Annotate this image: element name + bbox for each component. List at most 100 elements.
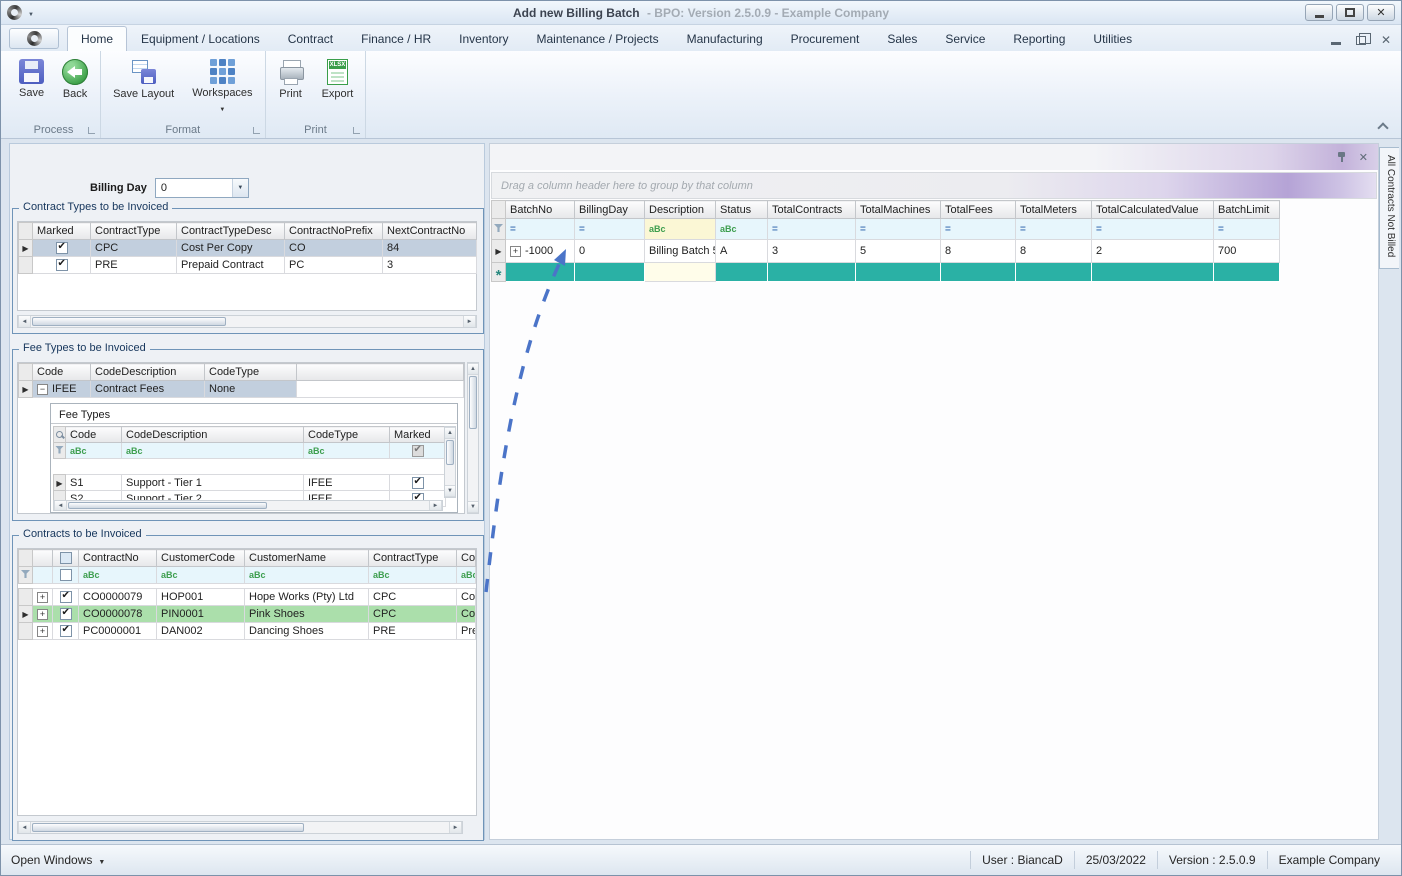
filter-marked[interactable]: [390, 443, 446, 459]
status-cell[interactable]: A: [716, 240, 768, 263]
col-header-selectall[interactable]: [53, 550, 79, 567]
col-header-codetype[interactable]: CodeType: [205, 364, 297, 381]
code-cell[interactable]: S1: [66, 475, 122, 491]
codetype-cell[interactable]: IFEE: [304, 475, 390, 491]
selected-filter-checkbox[interactable]: [60, 569, 72, 581]
collapse-ribbon-icon[interactable]: [1378, 121, 1387, 130]
expand-row-icon[interactable]: [37, 626, 48, 637]
marked-cell[interactable]: [390, 475, 446, 491]
customercode-cell[interactable]: DAN002: [157, 623, 245, 640]
tab-contract[interactable]: Contract: [274, 26, 347, 51]
expand-cell[interactable]: [33, 623, 53, 640]
contract-row[interactable]: CO0000078 PIN0001 Pink Shoes CPC Cos: [19, 606, 476, 623]
contractno-cell[interactable]: CO0000079: [79, 589, 157, 606]
collapse-row-icon[interactable]: [37, 384, 48, 395]
tab-sales[interactable]: Sales: [873, 26, 931, 51]
col-header-totalmachines[interactable]: TotalMachines: [856, 201, 941, 219]
tab-finance-hr[interactable]: Finance / HR: [347, 26, 445, 51]
fee-type-detail-row[interactable]: S1 Support - Tier 1 IFEE: [54, 475, 446, 491]
customername-cell[interactable]: Hope Works (Pty) Ltd: [245, 589, 369, 606]
nextcontractno-cell[interactable]: 84: [383, 240, 477, 257]
group-dialog-launcher-icon[interactable]: [353, 127, 360, 134]
filter-totalmachines[interactable]: =: [856, 219, 941, 240]
col-header-totalfees[interactable]: TotalFees: [941, 201, 1016, 219]
billing-batch-row[interactable]: -1000 0 Billing Batch 5 A 3 5 8 8 2 700: [492, 240, 1280, 263]
expand-cell[interactable]: [33, 606, 53, 623]
expand-row-icon[interactable]: [37, 592, 48, 603]
contract-row[interactable]: PC0000001 DAN002 Dancing Shoes PRE Prep: [19, 623, 476, 640]
group-by-bar[interactable]: Drag a column header here to group by th…: [491, 172, 1377, 199]
col-header-customername[interactable]: CustomerName: [245, 550, 369, 567]
contracttypedesc-cell[interactable]: Cos: [457, 606, 476, 623]
expand-row-icon[interactable]: [510, 246, 521, 257]
filter-totalfees[interactable]: =: [941, 219, 1016, 240]
new-billingday-cell[interactable]: [575, 263, 645, 282]
col-header-contractno[interactable]: ContractNo: [79, 550, 157, 567]
scroll-up-arrow[interactable]: [445, 427, 455, 439]
fee-type-row[interactable]: IFEE Contract Fees None: [19, 381, 464, 398]
scroll-right-arrow[interactable]: [429, 501, 442, 510]
selected-cell[interactable]: [53, 623, 79, 640]
col-header-contracttypedesc[interactable]: Con: [457, 550, 476, 567]
nextcontractno-cell[interactable]: 3: [383, 257, 477, 274]
print-button[interactable]: Print: [269, 55, 313, 104]
select-all-checkbox[interactable]: [60, 552, 72, 564]
scroll-left-arrow[interactable]: [18, 316, 31, 327]
codedescription-cell[interactable]: Support - Tier 1: [122, 475, 304, 491]
tab-equipment-locations[interactable]: Equipment / Locations: [127, 26, 274, 51]
filter-customercode[interactable]: aBc: [157, 567, 245, 584]
contractnoprefix-cell[interactable]: CO: [285, 240, 383, 257]
customercode-cell[interactable]: PIN0001: [157, 606, 245, 623]
contractno-cell[interactable]: PC0000001: [79, 623, 157, 640]
filter-codetype[interactable]: aBc: [304, 443, 390, 459]
contract-row[interactable]: CO0000079 HOP001 Hope Works (Pty) Ltd CP…: [19, 589, 476, 606]
tab-inventory[interactable]: Inventory: [445, 26, 522, 51]
col-header-status[interactable]: Status: [716, 201, 768, 219]
scrollbar-thumb[interactable]: [32, 317, 226, 326]
new-totalcontracts-cell[interactable]: [768, 263, 856, 282]
scrollbar-thumb[interactable]: [32, 823, 304, 832]
contractnoprefix-cell[interactable]: PC: [285, 257, 383, 274]
batchlimit-cell[interactable]: 700: [1214, 240, 1280, 263]
totalmeters-cell[interactable]: 8: [1016, 240, 1092, 263]
contracttypedesc-cell[interactable]: Cost Per Copy: [177, 240, 285, 257]
expand-row-icon[interactable]: [37, 609, 48, 620]
tab-home[interactable]: Home: [67, 26, 127, 51]
col-header-marked[interactable]: Marked: [390, 427, 446, 443]
filter-status[interactable]: aBc: [716, 219, 768, 240]
filter-billingday[interactable]: =: [575, 219, 645, 240]
selected-cell[interactable]: [53, 589, 79, 606]
contractno-cell[interactable]: CO0000078: [79, 606, 157, 623]
col-header-billingday[interactable]: BillingDay: [575, 201, 645, 219]
tab-maintenance-projects[interactable]: Maintenance / Projects: [523, 26, 673, 51]
panel-close-icon[interactable]: [1359, 151, 1368, 164]
new-totalfees-cell[interactable]: [941, 263, 1016, 282]
col-header-codetype[interactable]: CodeType: [304, 427, 390, 443]
open-windows-button[interactable]: Open Windows: [11, 853, 105, 867]
mdi-close-icon[interactable]: [1381, 33, 1391, 47]
back-button[interactable]: Back: [53, 55, 97, 104]
contracttypedesc-cell[interactable]: Prep: [457, 623, 476, 640]
pin-icon[interactable]: [1336, 151, 1347, 163]
new-batchlimit-cell[interactable]: [1214, 263, 1280, 282]
billingday-cell[interactable]: 0: [575, 240, 645, 263]
filter-totalcontracts[interactable]: =: [768, 219, 856, 240]
scroll-up-arrow[interactable]: [468, 363, 478, 375]
expand-cell[interactable]: [33, 589, 53, 606]
contracttype-cell[interactable]: PRE: [91, 257, 177, 274]
customername-cell[interactable]: Dancing Shoes: [245, 623, 369, 640]
filter-code[interactable]: aBc: [66, 443, 122, 459]
marked-checkbox[interactable]: [56, 242, 68, 254]
col-header-code[interactable]: Code: [33, 364, 91, 381]
horizontal-scrollbar[interactable]: [17, 315, 477, 328]
col-header-codedescription[interactable]: CodeDescription: [91, 364, 205, 381]
group-dialog-launcher-icon[interactable]: [88, 127, 95, 134]
contracttype-cell[interactable]: CPC: [369, 589, 457, 606]
scroll-left-arrow[interactable]: [54, 501, 67, 510]
customername-cell[interactable]: Pink Shoes: [245, 606, 369, 623]
scroll-down-arrow[interactable]: [468, 501, 478, 513]
maximize-button[interactable]: [1336, 4, 1364, 21]
col-header-batchlimit[interactable]: BatchLimit: [1214, 201, 1280, 219]
quick-access-caret-icon[interactable]: [28, 7, 34, 19]
scroll-right-arrow[interactable]: [449, 822, 462, 833]
